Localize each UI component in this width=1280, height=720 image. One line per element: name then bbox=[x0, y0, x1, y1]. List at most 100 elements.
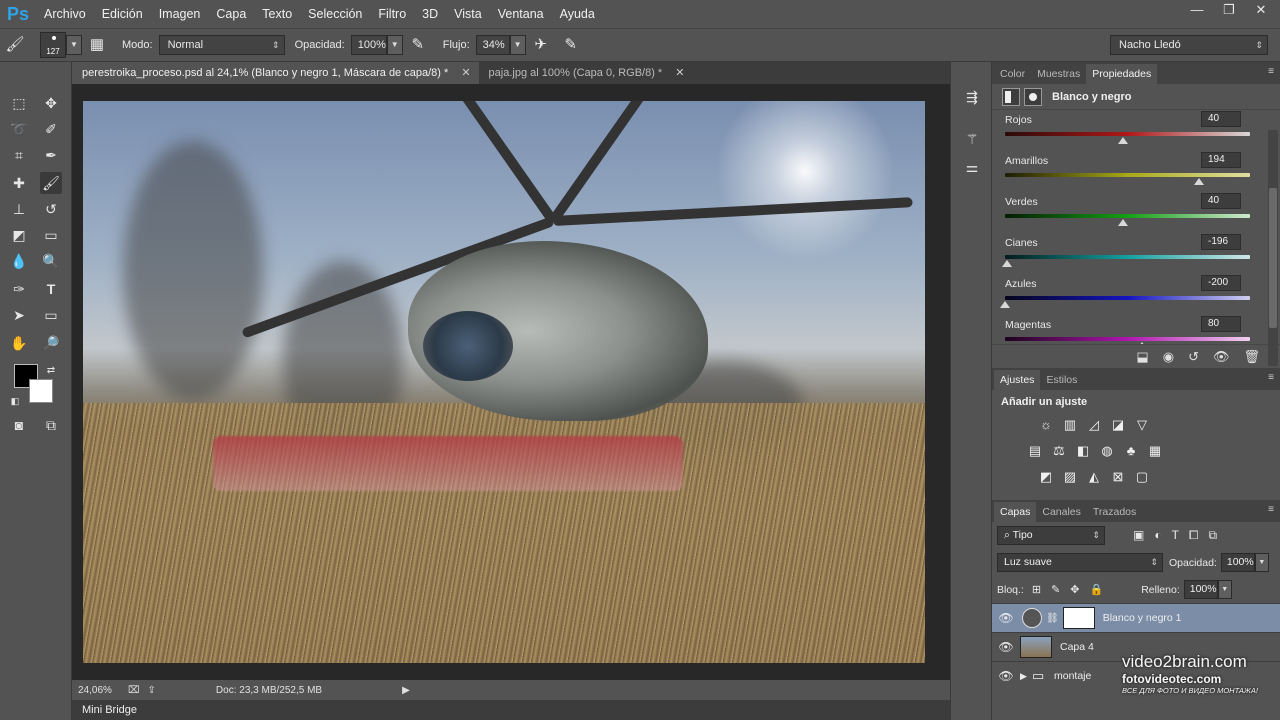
minimize-button[interactable]: — bbox=[1188, 2, 1206, 18]
move-tool-icon[interactable]: ✥ bbox=[40, 92, 62, 114]
close-button[interactable]: ✕ bbox=[1252, 2, 1270, 18]
brush-size-picker[interactable]: 127 bbox=[40, 32, 66, 58]
delete-icon[interactable]: 🗑 bbox=[1243, 349, 1260, 365]
slider-track[interactable] bbox=[1005, 173, 1250, 177]
workspace-select[interactable]: Nacho Lledó bbox=[1110, 35, 1268, 55]
color-lookup-icon[interactable]: ▦ bbox=[1146, 442, 1164, 460]
type-tool-icon[interactable]: T bbox=[40, 278, 62, 300]
layer-opacity-dropdown[interactable]: ▼ bbox=[1254, 553, 1269, 572]
photo-filter-icon[interactable]: ◍ bbox=[1098, 442, 1116, 460]
zoom-level[interactable]: 24,06% bbox=[78, 685, 124, 696]
flow-dropdown[interactable]: ▼ bbox=[509, 35, 526, 55]
lock-icons[interactable]: ⊞✎✥🔒 bbox=[1032, 583, 1113, 596]
visibility-eye-icon[interactable]: 👁 bbox=[992, 640, 1020, 654]
menu-texto[interactable]: Texto bbox=[254, 0, 300, 28]
color-balance-icon[interactable]: ⚖ bbox=[1050, 442, 1068, 460]
tab-capas[interactable]: Capas bbox=[994, 502, 1037, 522]
dodge-tool-icon[interactable]: 🔍 bbox=[40, 250, 62, 272]
eyedropper-tool-icon[interactable]: ✒ bbox=[40, 144, 62, 166]
menu-capa[interactable]: Capa bbox=[208, 0, 254, 28]
airbrush-icon[interactable]: ✈ bbox=[530, 34, 552, 56]
menu-imagen[interactable]: Imagen bbox=[151, 0, 209, 28]
brightness-icon[interactable]: ☼ bbox=[1037, 416, 1055, 434]
black-white-icon[interactable]: ◧ bbox=[1074, 442, 1092, 460]
status-menu-arrow-icon[interactable]: ▶ bbox=[402, 685, 410, 696]
reset-icon[interactable]: ↺ bbox=[1188, 349, 1199, 365]
history-brush-tool-icon[interactable]: ↺ bbox=[40, 198, 62, 220]
threshold-icon[interactable]: ◭ bbox=[1085, 468, 1103, 486]
link-chain-icon[interactable]: ⛓ bbox=[1046, 613, 1059, 624]
pressure-size-icon[interactable]: ✎ bbox=[560, 34, 582, 56]
adjustment-layer-icon[interactable] bbox=[1002, 87, 1020, 106]
tab-trazados[interactable]: Trazados bbox=[1087, 502, 1142, 522]
blur-tool-icon[interactable]: 💧 bbox=[8, 250, 30, 272]
opacity-input[interactable]: 100% bbox=[350, 35, 387, 55]
tab-canales[interactable]: Canales bbox=[1036, 502, 1087, 522]
panel-menu-icon[interactable]: ≡ bbox=[1268, 372, 1274, 383]
zoom-tool-icon[interactable]: 🔎 bbox=[40, 332, 62, 354]
healing-brush-tool-icon[interactable]: ✚ bbox=[8, 172, 30, 194]
slider-track[interactable] bbox=[1005, 214, 1250, 218]
layer-row[interactable]: 👁 ⛓ Blanco y negro 1 bbox=[992, 603, 1280, 632]
pressure-opacity-icon[interactable]: ✎ bbox=[407, 34, 429, 56]
vibrance-icon[interactable]: ▽ bbox=[1133, 416, 1151, 434]
menu-ayuda[interactable]: Ayuda bbox=[552, 0, 603, 28]
layer-filter-select[interactable]: ⌕ Tipo bbox=[997, 526, 1105, 545]
gradient-tool-icon[interactable]: ▭ bbox=[40, 224, 62, 246]
pen-tool-icon[interactable]: ✑ bbox=[8, 278, 30, 300]
properties-scrollbar[interactable] bbox=[1268, 130, 1278, 366]
history-panel-icon[interactable]: ⇶ bbox=[961, 86, 983, 108]
fill-input[interactable]: 100% bbox=[1183, 580, 1218, 599]
slider-thumb[interactable] bbox=[1000, 301, 1010, 308]
layer-opacity-input[interactable]: 100% bbox=[1220, 553, 1255, 572]
menu-filtro[interactable]: Filtro bbox=[370, 0, 414, 28]
blend-mode-select[interactable]: Luz suave bbox=[997, 553, 1163, 572]
menu-seleccion[interactable]: Selección bbox=[300, 0, 370, 28]
marquee-tool-icon[interactable]: ⬚ bbox=[8, 92, 30, 114]
slider-thumb[interactable] bbox=[1002, 260, 1013, 267]
gradient-map-icon[interactable]: ⊠ bbox=[1109, 468, 1127, 486]
slider-track[interactable] bbox=[1005, 255, 1250, 259]
slider-thumb[interactable] bbox=[1193, 178, 1204, 185]
menu-vista[interactable]: Vista bbox=[446, 0, 490, 28]
selective-color-icon[interactable]: ▢ bbox=[1133, 468, 1151, 486]
channel-mixer-icon[interactable]: ♣ bbox=[1122, 442, 1140, 460]
tool-presets-icon[interactable]: ⚌ bbox=[961, 156, 983, 178]
flow-input[interactable]: 34% bbox=[475, 35, 510, 55]
levels-icon[interactable]: ▥ bbox=[1061, 416, 1079, 434]
tab-paja[interactable]: paja.jpg al 100% (Capa 0, RGB/8) * ✕ bbox=[479, 62, 693, 84]
brush-presets-icon[interactable]: ⚚ bbox=[961, 128, 983, 150]
slider-value-input[interactable]: -196 bbox=[1201, 234, 1241, 250]
expand-arrow-icon[interactable]: ▶ bbox=[1020, 671, 1032, 682]
visibility-eye-icon[interactable]: 👁 bbox=[992, 611, 1020, 625]
menu-archivo[interactable]: Archivo bbox=[36, 0, 94, 28]
slider-value-input[interactable]: -200 bbox=[1201, 275, 1241, 291]
slider-track[interactable] bbox=[1005, 132, 1250, 136]
visibility-eye-icon[interactable]: 👁 bbox=[992, 669, 1020, 683]
mini-bridge-tab[interactable]: Mini Bridge bbox=[72, 700, 950, 720]
screen-mode-icon[interactable]: ⧉ bbox=[40, 414, 62, 436]
slider-thumb[interactable] bbox=[1137, 342, 1148, 344]
brush-picker-dropdown[interactable]: ▼ bbox=[66, 35, 82, 55]
clone-stamp-tool-icon[interactable]: ⊥ bbox=[8, 198, 30, 220]
close-tab-icon[interactable]: ✕ bbox=[461, 67, 470, 79]
brush-panel-toggle-icon[interactable]: ▦ bbox=[86, 34, 108, 56]
menu-3d[interactable]: 3D bbox=[414, 0, 446, 28]
canvas-area[interactable] bbox=[72, 84, 950, 680]
opacity-dropdown[interactable]: ▼ bbox=[386, 35, 403, 55]
lasso-tool-icon[interactable]: ➰ bbox=[8, 118, 30, 140]
layer-mask-thumbnail[interactable] bbox=[1062, 607, 1095, 629]
slider-thumb[interactable] bbox=[1117, 137, 1128, 144]
crop-tool-icon[interactable]: ⌗ bbox=[8, 144, 30, 166]
exposure-icon[interactable]: ◪ bbox=[1109, 416, 1127, 434]
tab-ajustes[interactable]: Ajustes bbox=[994, 370, 1041, 390]
view-previous-state-icon[interactable]: ◉ bbox=[1163, 349, 1174, 365]
brush-tool-icon[interactable]: 🖌 bbox=[4, 34, 26, 56]
visibility-icon[interactable]: 👁 bbox=[1213, 349, 1230, 365]
curves-icon[interactable]: ◿ bbox=[1085, 416, 1103, 434]
brush-tool-button-icon[interactable]: 🖌 bbox=[40, 172, 62, 194]
mask-icon[interactable] bbox=[1024, 87, 1042, 106]
background-color-swatch[interactable] bbox=[29, 379, 53, 403]
eraser-tool-icon[interactable]: ◩ bbox=[8, 224, 30, 246]
mode-select[interactable]: Normal bbox=[158, 35, 285, 55]
